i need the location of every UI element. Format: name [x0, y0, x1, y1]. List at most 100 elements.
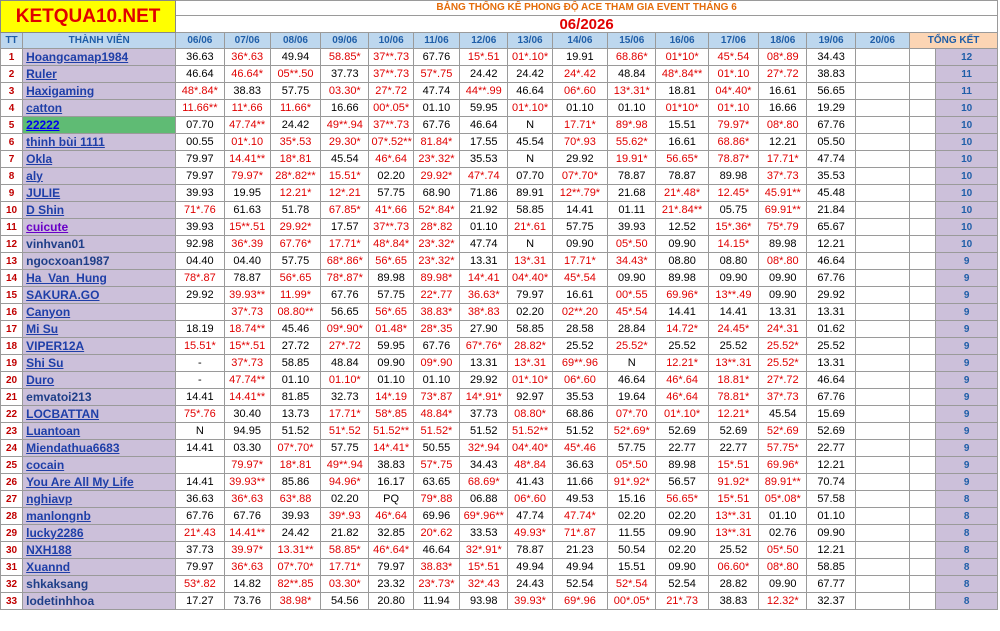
- result-cell: 32.37: [806, 592, 856, 610]
- member-name-link[interactable]: Hoangcamap1984: [22, 48, 177, 66]
- header-date: 15/06: [607, 32, 657, 49]
- result-cell: 18.81*: [707, 371, 760, 389]
- result-cell: 48*.84: [507, 456, 553, 474]
- result-cell: 14.41**: [223, 388, 271, 406]
- result-cell: 18*.81: [269, 456, 322, 474]
- result-cell: 47*.74: [459, 167, 509, 185]
- member-name-link[interactable]: cocain: [22, 456, 177, 474]
- member-name-link[interactable]: Mi Su: [22, 320, 177, 338]
- result-cell: 68*.86*: [320, 252, 370, 270]
- result-cell: 34.43: [806, 48, 856, 66]
- member-name-link[interactable]: lucky2286: [22, 524, 177, 542]
- result-cell: 06*.60: [551, 371, 609, 389]
- member-name-link[interactable]: SAKURA.GO: [22, 286, 177, 304]
- member-name-link[interactable]: Haxigaming: [22, 82, 177, 100]
- result-cell: 07*.70*: [269, 558, 322, 576]
- total-score: 8: [935, 524, 998, 542]
- total-score: 10: [935, 184, 998, 202]
- result-cell: 27.72: [269, 337, 322, 355]
- result-cell: [854, 422, 911, 440]
- result-cell: 08.80**: [269, 303, 322, 321]
- total-spacer: [909, 218, 936, 236]
- result-cell: [854, 82, 911, 100]
- result-cell: [854, 456, 911, 474]
- result-cell: 16.61: [551, 286, 609, 304]
- total-spacer: [909, 354, 936, 372]
- member-name-link[interactable]: shkaksang: [22, 575, 177, 593]
- member-name-link[interactable]: Canyon: [22, 303, 177, 321]
- row-number: 10: [0, 201, 24, 219]
- result-cell: 67.76: [412, 337, 461, 355]
- member-name-link[interactable]: VIPER12A: [22, 337, 177, 355]
- member-name-link[interactable]: emvatoi213: [22, 388, 177, 406]
- result-cell: 68.90: [412, 184, 461, 202]
- result-cell: 45.54: [758, 405, 808, 423]
- result-cell: 46*.64: [368, 150, 414, 168]
- row-number: 29: [0, 524, 24, 542]
- total-spacer: [909, 439, 936, 457]
- result-cell: 47.74: [806, 150, 856, 168]
- result-cell: 08.80: [655, 252, 709, 270]
- member-name-link[interactable]: LOCBATTAN: [22, 405, 177, 423]
- member-name-link[interactable]: Shi Su: [22, 354, 177, 372]
- member-name-link[interactable]: Okla: [22, 150, 177, 168]
- member-name-link[interactable]: You Are All My Life: [22, 473, 177, 491]
- result-cell: 51.52: [551, 422, 609, 440]
- member-name-link[interactable]: D Shin: [22, 201, 177, 219]
- table-body: 1 Hoangcamap1984 36.63 36*.63 49.94 58.85* 37*…: [0, 48, 998, 610]
- member-name-link[interactable]: JULIE: [22, 184, 177, 202]
- member-name-link[interactable]: aly: [22, 167, 177, 185]
- total-spacer: [909, 524, 936, 542]
- result-cell: 34.43: [459, 456, 509, 474]
- result-cell: 15*.51: [707, 490, 760, 508]
- member-name-link[interactable]: Xuannd: [22, 558, 177, 576]
- result-cell: 14.41**: [223, 524, 271, 542]
- result-cell: 37**.73: [368, 116, 414, 134]
- result-cell: 16.66: [758, 99, 808, 117]
- result-cell: 09.90: [655, 524, 709, 542]
- result-cell: 15**.51: [223, 337, 271, 355]
- header-date: 09/06: [320, 32, 370, 49]
- member-name-link[interactable]: Ha_Van_Hung: [22, 269, 177, 287]
- result-cell: [854, 439, 911, 457]
- result-cell: 09.90: [607, 269, 657, 287]
- result-cell: 38*.83: [459, 303, 509, 321]
- result-cell: 39.93: [175, 218, 225, 236]
- member-name-link[interactable]: NXH188: [22, 541, 177, 559]
- member-name-link[interactable]: catton: [22, 99, 177, 117]
- result-cell: 54.56: [320, 592, 370, 610]
- result-cell: [854, 116, 911, 134]
- member-name-link[interactable]: manlongnb: [22, 507, 177, 525]
- result-cell: 38.83: [223, 82, 271, 100]
- member-name-link[interactable]: Luantoan: [22, 422, 177, 440]
- member-name-link[interactable]: thinh bùi 1111: [22, 133, 177, 151]
- member-name-link[interactable]: vinhvan01: [22, 235, 177, 253]
- result-cell: 19.29: [806, 99, 856, 117]
- member-name-link[interactable]: cuicute: [22, 218, 177, 236]
- result-cell: 05*.08*: [758, 490, 808, 508]
- result-cell: 17.27: [175, 592, 225, 610]
- member-name-link[interactable]: Ruler: [22, 65, 177, 83]
- result-cell: 57.75: [368, 184, 414, 202]
- result-cell: 08*.80: [758, 252, 808, 270]
- member-name-link[interactable]: ngocxoan1987: [22, 252, 177, 270]
- result-cell: 35.53: [551, 388, 609, 406]
- result-cell: 03.30*: [320, 82, 370, 100]
- result-cell: 78.81*: [707, 388, 760, 406]
- result-cell: 24.42: [459, 65, 509, 83]
- member-name-link[interactable]: Miendathua6683: [22, 439, 177, 457]
- result-cell: 04.40: [175, 252, 225, 270]
- member-name-link[interactable]: lodetinhhoa: [22, 592, 177, 610]
- member-name-link[interactable]: 22222: [22, 116, 177, 134]
- member-name-link[interactable]: Duro: [22, 371, 177, 389]
- result-cell: 89.98: [707, 167, 760, 185]
- result-cell: 47.74: [459, 235, 509, 253]
- result-cell: 57.75: [368, 286, 414, 304]
- result-cell: 94.95: [223, 422, 271, 440]
- member-name-link[interactable]: nghiavp: [22, 490, 177, 508]
- total-score: 8: [935, 575, 998, 593]
- result-cell: 32*.91*: [459, 541, 509, 559]
- result-cell: N: [507, 116, 553, 134]
- result-cell: 46*.64: [655, 371, 709, 389]
- result-cell: 12.21: [758, 133, 808, 151]
